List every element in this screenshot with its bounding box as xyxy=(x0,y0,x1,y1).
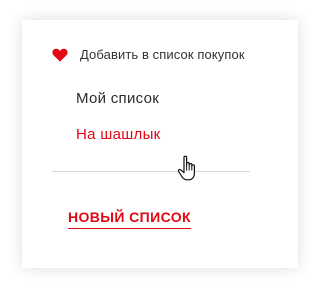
hand-pointer-icon xyxy=(177,155,195,181)
list-item-my-list[interactable]: Мой список xyxy=(76,90,159,107)
list-item-shashlik[interactable]: На шашлык xyxy=(76,126,161,143)
divider xyxy=(52,171,250,172)
add-to-list-dropdown: Добавить в список покупок Мой список На … xyxy=(22,20,298,268)
heart-icon xyxy=(52,48,68,62)
header-label: Добавить в список покупок xyxy=(80,47,245,62)
new-list-button[interactable]: НОВЫЙ СПИСОК xyxy=(68,209,192,229)
add-to-shopping-list-header[interactable]: Добавить в список покупок xyxy=(52,47,245,62)
